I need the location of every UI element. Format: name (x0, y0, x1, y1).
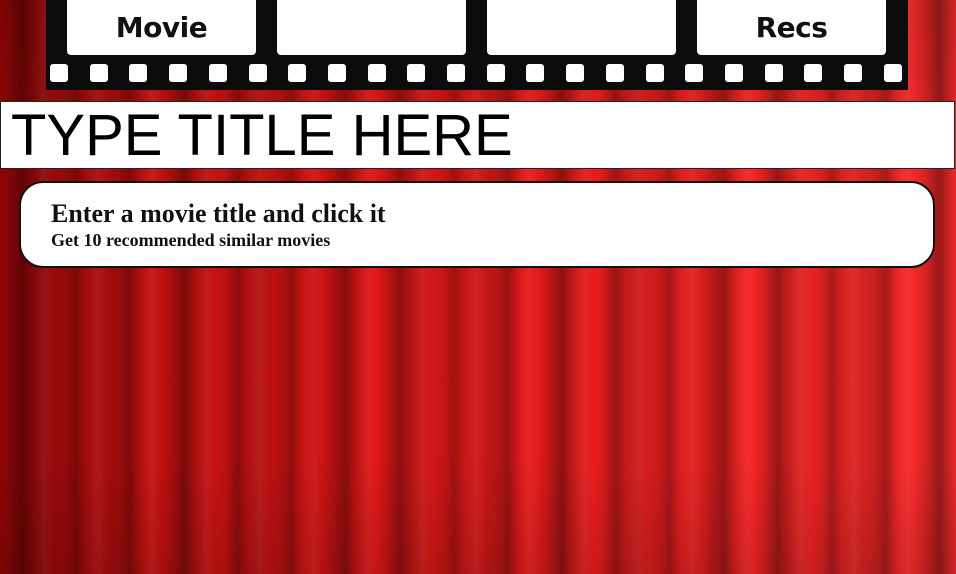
film-frame-movie: Movie (67, 0, 256, 55)
film-perforation (605, 64, 624, 82)
film-perforation (566, 64, 585, 82)
film-perforation (248, 64, 267, 82)
banner-word-recs: Recs (755, 11, 828, 44)
film-perforation (764, 64, 783, 82)
film-perforation (883, 64, 902, 82)
instructions-subtext: Get 10 recommended similar movies (51, 230, 331, 250)
film-perforation (447, 64, 465, 82)
film-perforation (89, 64, 108, 82)
film-frame-recs: Recs (697, 0, 886, 55)
film-perforation (367, 64, 386, 82)
film-perforation (407, 64, 426, 82)
film-perforation (288, 64, 307, 82)
film-perforation (129, 64, 148, 82)
film-perforation (724, 64, 743, 82)
film-perforation (169, 64, 188, 82)
film-perforation (526, 64, 545, 82)
film-frame-blank-1 (277, 0, 466, 55)
film-perforation (844, 64, 862, 82)
film-perforation (327, 64, 346, 82)
film-frame-blank-2 (487, 0, 676, 55)
film-perforation (685, 64, 704, 82)
instructions-card: Enter a movie title and click it Get 10 … (19, 181, 935, 268)
film-perforations (50, 64, 908, 82)
film-strip-banner: Movie Recs (46, 0, 908, 90)
banner-word-movie: Movie (115, 11, 208, 44)
film-perforation (486, 64, 505, 82)
instructions-heading: Enter a movie title and click it (51, 199, 386, 228)
movie-title-input[interactable] (0, 101, 955, 169)
film-perforation (208, 64, 227, 82)
film-perforation (50, 64, 68, 82)
film-perforation (804, 64, 823, 82)
film-perforation (645, 64, 664, 82)
